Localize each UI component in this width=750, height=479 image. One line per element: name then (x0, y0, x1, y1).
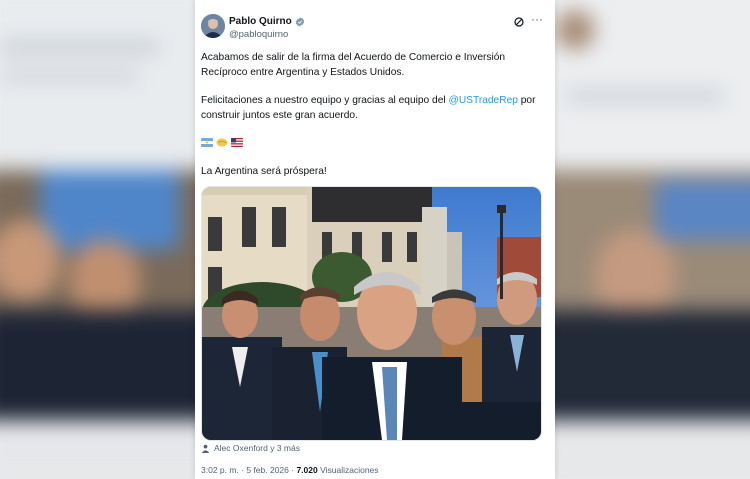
verified-badge-icon (295, 16, 304, 27)
avatar[interactable] (201, 14, 225, 38)
tweet-meta: 3:02 p. m. · 5 feb. 2026 · 7.020 Visuali… (201, 465, 379, 475)
paragraph-2-start: Felicitaciones a nuestro equipo y gracia… (201, 95, 449, 106)
tagged-people-text: Alec Oxenford y 3 más (214, 443, 300, 453)
tweet-header: Pablo Quirno @pabloquirno ··· (195, 10, 555, 46)
flag-emojis (201, 138, 243, 147)
selfie-photo (202, 187, 541, 440)
tweet-paragraph-1: Acabamos de salir de la firma del Acuerd… (201, 52, 506, 78)
tweet-card: Pablo Quirno @pabloquirno ··· Acabamos d… (195, 0, 555, 479)
blurred-background-left (0, 0, 195, 479)
person-tag-icon (201, 444, 210, 453)
tweet-paragraph-3: La Argentina será próspera! (201, 166, 327, 177)
author-handle[interactable]: @pabloquirno (229, 29, 288, 40)
blurred-background-right (555, 0, 750, 479)
tweet-photo[interactable] (201, 186, 542, 441)
tagged-people[interactable]: Alec Oxenford y 3 más (201, 443, 300, 453)
views-label: Visualizaciones (317, 465, 379, 475)
mention-link[interactable]: @USTradeRep (448, 95, 517, 106)
tweet-paragraph-2: Felicitaciones a nuestro equipo y gracia… (201, 93, 541, 123)
author-name-row: Pablo Quirno (229, 16, 305, 27)
views-count: 7.020 (296, 465, 318, 475)
author-name[interactable]: Pablo Quirno (229, 16, 292, 27)
more-options-icon[interactable]: ··· (531, 12, 543, 26)
handshake-icon (216, 138, 228, 147)
usa-flag-icon (231, 138, 243, 147)
timestamp[interactable]: 3:02 p. m. · 5 feb. 2026 · (201, 465, 296, 475)
argentina-flag-icon (201, 138, 213, 147)
grok-icon[interactable] (513, 16, 525, 28)
